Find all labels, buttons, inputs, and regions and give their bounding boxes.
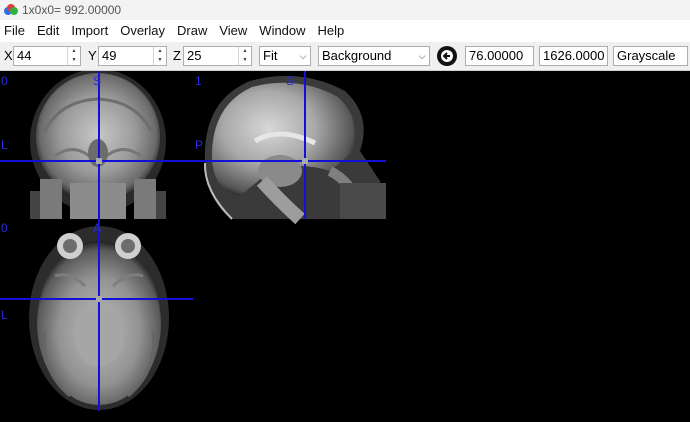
menu-overlay[interactable]: Overlay [114,20,171,42]
window-title: 1x0x0= 992.00000 [22,3,122,17]
coronal-view[interactable] [0,71,193,219]
chevron-down-icon: ⌵ [418,50,426,61]
menu-bar: File Edit Import Overlay Draw View Windo… [0,20,690,42]
menu-edit[interactable]: Edit [31,20,65,42]
image-viewer[interactable]: 0 S L 1 S P 0 A L [0,71,690,422]
x-coordinate-value: 44 [17,48,32,63]
sagittal-left-label: P [195,138,204,152]
x-coordinate-spinbox[interactable]: 44 ▲ ▼ [13,46,81,66]
menu-help[interactable]: Help [312,20,351,42]
z-coordinate-label: Z [173,48,181,63]
sagittal-view[interactable] [193,71,386,225]
menu-draw[interactable]: Draw [171,20,213,42]
menu-import[interactable]: Import [65,20,114,42]
app-logo-icon [4,4,18,16]
menu-view[interactable]: View [213,20,253,42]
spin-down-icon[interactable]: ▼ [239,56,251,65]
spin-down-icon[interactable]: ▼ [68,56,80,65]
y-coordinate-label: Y [88,48,97,63]
menu-file[interactable]: File [0,20,31,42]
mri-slices-canvas[interactable] [0,71,690,422]
spin-up-icon[interactable]: ▲ [68,47,80,56]
contrast-max-field[interactable]: 1626.0000 [539,46,608,66]
layer-select-value: Background [322,48,392,63]
contrast-min-field[interactable]: 76.00000 [465,46,534,66]
axial-slice-index: 0 [1,221,8,235]
sagittal-slice-index: 1 [195,74,202,88]
spin-up-icon[interactable]: ▲ [239,47,251,56]
zoom-select-value: Fit [263,48,278,63]
y-coordinate-value: 49 [102,48,117,63]
axial-top-label: A [93,221,102,235]
axial-view[interactable] [0,219,193,411]
coronal-top-label: S [93,74,102,88]
z-coordinate-value: 25 [187,48,202,63]
layer-select[interactable]: Background ⌵ [318,46,430,66]
toolbar: X 44 ▲ ▼ Y 49 ▲ ▼ Z 25 ▲ ▼ Fit ⌵ Background… [0,42,690,71]
sagittal-top-label: S [286,74,295,88]
z-coordinate-spinbox[interactable]: 25 ▲ ▼ [183,46,252,66]
colormap-select[interactable]: Grayscale [613,46,688,66]
coronal-left-label: L [1,138,8,152]
coronal-slice-index: 0 [1,74,8,88]
x-coordinate-label: X [4,48,13,63]
contrast-arrow-icon[interactable] [437,46,457,66]
spin-up-icon[interactable]: ▲ [154,47,166,56]
spin-down-icon[interactable]: ▼ [154,56,166,65]
title-bar: 1x0x0= 992.00000 [0,0,690,20]
menu-window[interactable]: Window [253,20,311,42]
axial-left-label: L [1,308,8,322]
y-coordinate-spinbox[interactable]: 49 ▲ ▼ [98,46,167,66]
zoom-select[interactable]: Fit ⌵ [259,46,311,66]
chevron-down-icon: ⌵ [299,50,307,61]
